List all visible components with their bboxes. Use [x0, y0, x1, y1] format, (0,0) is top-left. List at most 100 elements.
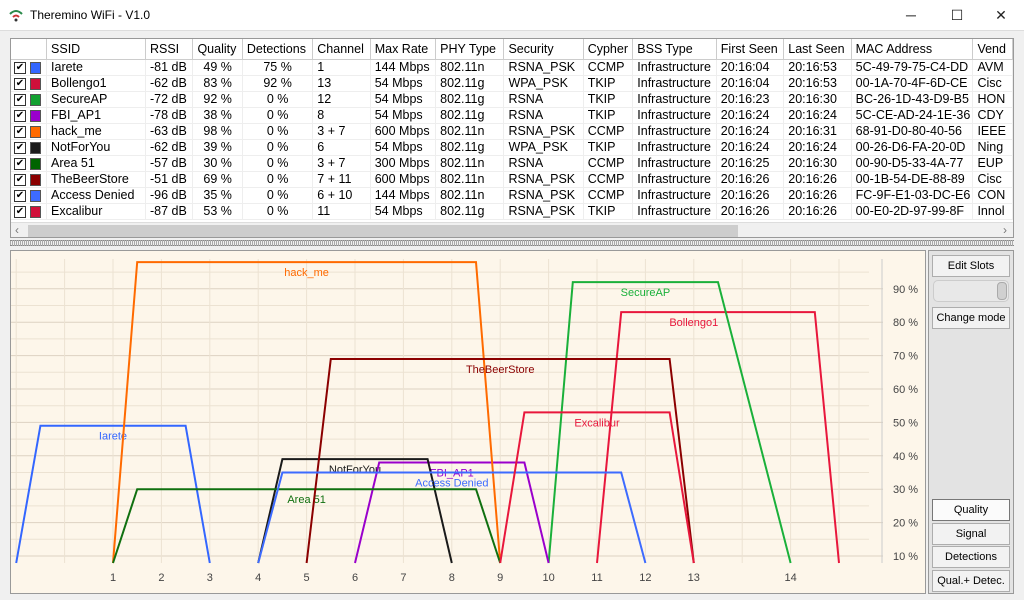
signal-button[interactable]: Signal [932, 523, 1010, 545]
column-header[interactable]: Last Seen [783, 39, 852, 60]
table-row[interactable]: ✔ FBI_AP1 -78 dB 38 % 0 % 8 54 Mbps 802.11g RSNA… [11, 107, 1013, 124]
splitter-handle[interactable] [10, 240, 1014, 246]
color-swatch[interactable] [30, 93, 41, 106]
visible-checkbox[interactable]: ✔ [14, 205, 26, 218]
cell-rssi: -57 dB [145, 155, 194, 172]
cell-cypher: CCMP [583, 171, 634, 188]
column-header[interactable]: PHY Type [435, 39, 505, 60]
table-row[interactable]: ✔ SecureAP -72 dB 92 % 0 % 12 54 Mbps 802.11g RS… [11, 91, 1013, 108]
color-swatch[interactable] [30, 77, 41, 90]
cell-vendor: IEEE [972, 123, 1013, 140]
cell-channel: 12 [312, 91, 371, 108]
cell-quality: 49 % [192, 59, 243, 76]
y-tick-label: 80 % [893, 317, 918, 329]
scrollbar-thumb[interactable] [28, 225, 738, 237]
cell-bss: Infrastructure [632, 75, 717, 92]
table-row[interactable]: ✔ Bollengo1 -62 dB 83 % 92 % 13 54 Mbps 802.11g… [11, 75, 1013, 92]
cell-security: RSNA_PSK [503, 59, 584, 76]
column-header[interactable]: Detections [242, 39, 314, 60]
table-row[interactable]: ✔ TheBeerStore -51 dB 69 % 0 % 7 + 11 600 Mbps… [11, 171, 1013, 188]
column-header[interactable]: Max Rate [370, 39, 437, 60]
visible-checkbox[interactable]: ✔ [14, 93, 26, 106]
change-mode-button[interactable]: Change mode [932, 307, 1010, 329]
wifi-app-icon [9, 10, 23, 22]
color-swatch[interactable] [30, 205, 41, 218]
column-header[interactable] [11, 39, 48, 60]
detections-button[interactable]: Detections [932, 546, 1010, 568]
color-swatch[interactable] [30, 157, 41, 170]
minimize-button[interactable]: ─ [888, 0, 934, 30]
cell-rssi: -51 dB [145, 171, 194, 188]
zoom-slider[interactable] [933, 280, 1009, 302]
network-label: hack_me [284, 267, 329, 279]
x-tick-label: 9 [497, 572, 503, 584]
cell-max_rate: 600 Mbps [370, 123, 437, 140]
column-header[interactable]: BSS Type [632, 39, 717, 60]
close-button[interactable]: ✕ [978, 0, 1024, 30]
cell-max_rate: 54 Mbps [370, 75, 437, 92]
cell-quality: 53 % [192, 203, 243, 220]
maximize-button[interactable]: ☐ [934, 0, 980, 30]
cell-mac: BC-26-1D-43-D9-B5 [851, 91, 974, 108]
cell-ssid: SecureAP [46, 91, 146, 108]
cell-rssi: -87 dB [145, 203, 194, 220]
cell-last: 20:16:53 [783, 75, 852, 92]
cell-security: RSNA_PSK [503, 123, 584, 140]
slider-thumb[interactable] [997, 282, 1007, 300]
color-swatch[interactable] [30, 61, 41, 74]
scroll-left-arrow[interactable]: ‹ [15, 223, 19, 237]
table-row[interactable]: ✔ hack_me -63 dB 98 % 0 % 3 + 7 600 Mbps 802.11… [11, 123, 1013, 140]
column-header[interactable]: RSSI [145, 39, 194, 60]
column-header[interactable]: Channel [312, 39, 371, 60]
cell-last: 20:16:26 [783, 171, 852, 188]
color-swatch[interactable] [30, 173, 41, 186]
cell-ssid: Excalibur [46, 203, 146, 220]
row-controls: ✔ [11, 107, 48, 124]
cell-rssi: -72 dB [145, 91, 194, 108]
column-header[interactable]: Quality [192, 39, 243, 60]
column-header[interactable]: First Seen [716, 39, 785, 60]
table-row[interactable]: ✔ Iarete -81 dB 49 % 75 % 1 144 Mbps 802.11n RSN… [11, 59, 1013, 76]
visible-checkbox[interactable]: ✔ [14, 77, 26, 90]
visible-checkbox[interactable]: ✔ [14, 173, 26, 186]
visible-checkbox[interactable]: ✔ [14, 109, 26, 122]
qual-detec-button[interactable]: Qual.+ Detec. [932, 570, 1010, 592]
cell-cypher: CCMP [583, 59, 634, 76]
cell-channel: 7 + 11 [312, 171, 371, 188]
cell-max_rate: 54 Mbps [370, 91, 437, 108]
cell-mac: 5C-49-79-75-C4-DD [851, 59, 974, 76]
cell-detections: 0 % [242, 123, 314, 140]
cell-security: RSNA [503, 107, 584, 124]
column-header[interactable]: SSID [46, 39, 146, 60]
cell-phy: 802.11n [435, 171, 505, 188]
color-swatch[interactable] [30, 189, 41, 202]
column-header[interactable]: MAC Address [851, 39, 974, 60]
cell-phy: 802.11g [435, 91, 505, 108]
color-swatch[interactable] [30, 125, 41, 138]
visible-checkbox[interactable]: ✔ [14, 189, 26, 202]
scroll-right-arrow[interactable]: › [1003, 223, 1007, 237]
column-header[interactable]: Security [503, 39, 584, 60]
column-header[interactable]: Cypher [583, 39, 634, 60]
visible-checkbox[interactable]: ✔ [14, 141, 26, 154]
cell-detections: 0 % [242, 171, 314, 188]
cell-ssid: Access Denied [46, 187, 146, 204]
horizontal-scrollbar[interactable]: ‹ › [11, 222, 1013, 237]
visible-checkbox[interactable]: ✔ [14, 157, 26, 170]
color-swatch[interactable] [30, 109, 41, 122]
x-tick-label: 6 [352, 572, 358, 584]
table-row[interactable]: ✔ Excalibur -87 dB 53 % 0 % 11 54 Mbps 802.11g R… [11, 203, 1013, 220]
cell-max_rate: 600 Mbps [370, 171, 437, 188]
table-row[interactable]: ✔ NotForYou -62 dB 39 % 0 % 6 54 Mbps 802.11g WP… [11, 139, 1013, 156]
table-row[interactable]: ✔ Area 51 -57 dB 30 % 0 % 3 + 7 300 Mbps 802.11… [11, 155, 1013, 172]
cell-last: 20:16:26 [783, 203, 852, 220]
column-header[interactable]: Vend [972, 39, 1013, 60]
edit-slots-button[interactable]: Edit Slots [932, 255, 1010, 277]
table-row[interactable]: ✔ Access Denied -96 dB 35 % 0 % 6 + 10 144 Mbp… [11, 187, 1013, 204]
visible-checkbox[interactable]: ✔ [14, 61, 26, 74]
quality-button[interactable]: Quality [932, 499, 1010, 521]
visible-checkbox[interactable]: ✔ [14, 125, 26, 138]
cell-first: 20:16:23 [716, 91, 785, 108]
cell-phy: 802.11n [435, 187, 505, 204]
color-swatch[interactable] [30, 141, 41, 154]
